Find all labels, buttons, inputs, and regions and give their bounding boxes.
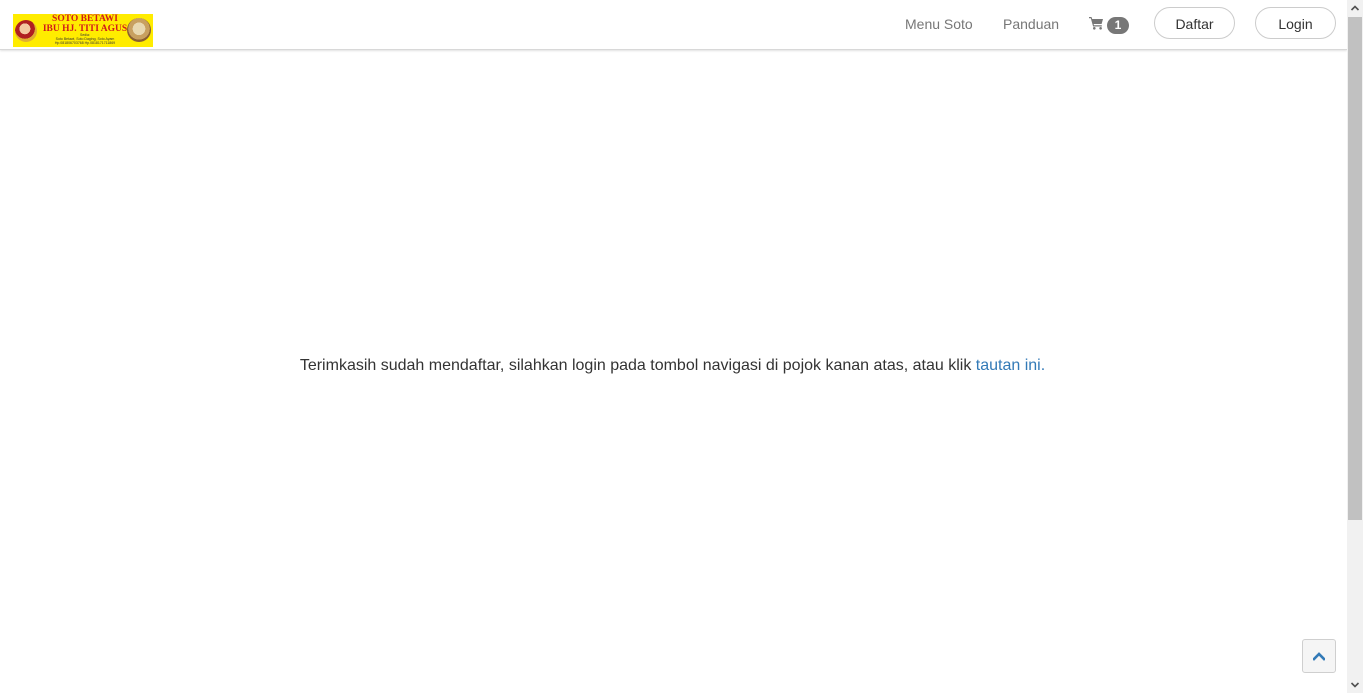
logo-portrait-icon [15, 20, 37, 42]
nav-menu-soto[interactable]: Menu Soto [905, 16, 973, 32]
register-button[interactable]: Daftar [1154, 7, 1235, 39]
vertical-scrollbar[interactable] [1347, 0, 1363, 693]
message-text: Terimkasih sudah mendaftar, silahkan log… [299, 357, 976, 374]
nav-panduan[interactable]: Panduan [1003, 16, 1059, 32]
shopping-cart-icon [1089, 17, 1103, 30]
registration-success-message: Terimkasih sudah mendaftar, silahkan log… [0, 356, 1345, 376]
cart-count-badge: 1 [1107, 17, 1129, 34]
login-button[interactable]: Login [1255, 7, 1336, 39]
logo-subtitle: Sedia: Soto Betawi, Soto Daging, Soto Ay… [54, 33, 116, 46]
page: SOTO BETAWI IBU HJ. TITI AGUS Sedia: Sot… [0, 0, 1347, 693]
login-link[interactable]: tautan ini. [976, 357, 1045, 374]
scroll-up-arrow-icon[interactable] [1347, 0, 1363, 16]
navbar: SOTO BETAWI IBU HJ. TITI AGUS Sedia: Sot… [0, 0, 1347, 50]
chevron-up-icon [1313, 652, 1325, 661]
cart-link[interactable]: 1 [1089, 15, 1131, 35]
scrollbar-thumb[interactable] [1348, 17, 1362, 520]
logo-title: SOTO BETAWI IBU HJ. TITI AGUS [42, 14, 128, 34]
brand-logo[interactable]: SOTO BETAWI IBU HJ. TITI AGUS Sedia: Sot… [13, 14, 153, 47]
scroll-down-arrow-icon[interactable] [1347, 677, 1363, 693]
back-to-top-button[interactable] [1302, 639, 1336, 673]
logo-food-icon [127, 18, 151, 42]
